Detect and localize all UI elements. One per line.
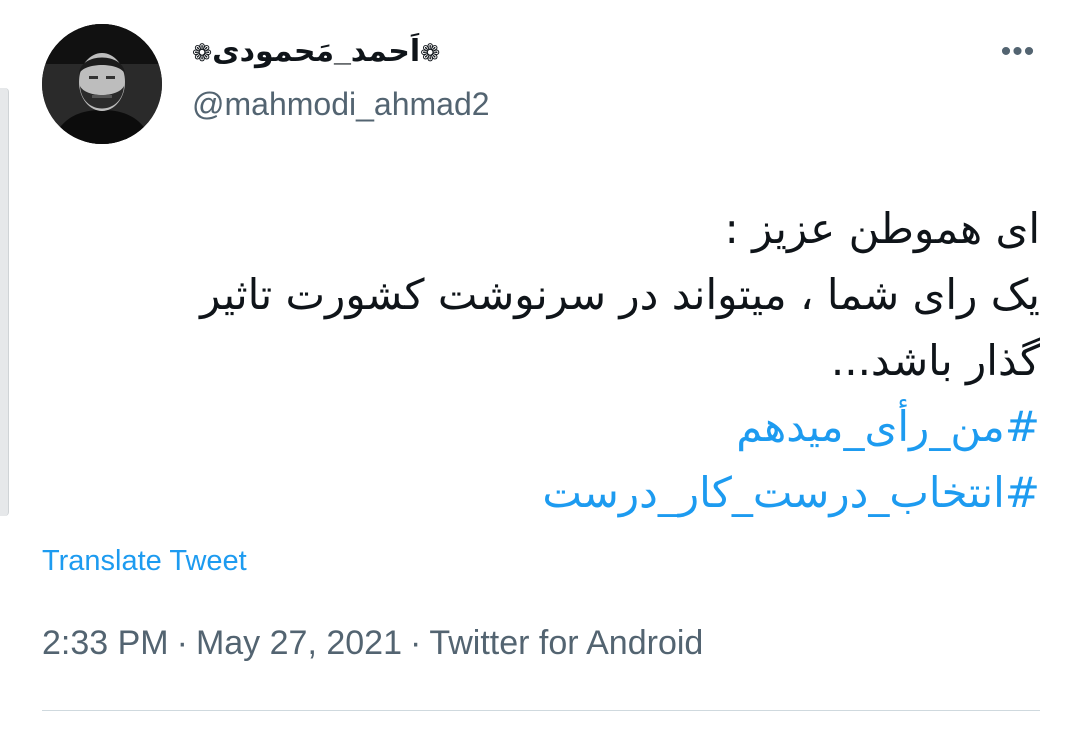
tweet-source[interactable]: Twitter for Android <box>429 624 703 662</box>
hashtag-link[interactable]: #انتخاب_درست_کار_درست <box>40 460 1040 526</box>
hashtag-link[interactable]: #من_رأی_میدهم <box>40 394 1040 460</box>
tweet-text: ای هموطن عزیز : یک رای شما ، میتواند در … <box>40 196 1040 526</box>
tweet-line: گذار باشد... <box>830 336 1040 385</box>
avatar[interactable] <box>42 24 162 144</box>
display-name-text: اَحمد_مَحمودی <box>212 35 421 68</box>
user-handle[interactable]: @mahmodi_ahmad2 <box>192 86 490 123</box>
more-options-icon: ••• <box>1000 35 1036 68</box>
tweet-meta: 2:33 PM · May 27, 2021 · Twitter for Android <box>42 624 703 663</box>
flower-right-icon: ❁ <box>420 40 441 67</box>
tweet-line: یک رای شما ، میتواند در سرنوشت کشورت تاث… <box>200 270 1040 319</box>
tweet-time[interactable]: 2:33 PM <box>42 624 169 662</box>
display-name[interactable]: ❁اَحمد_مَحمودی❁ <box>192 34 440 69</box>
tweet-date[interactable]: May 27, 2021 <box>196 624 402 662</box>
scroll-edge <box>0 88 9 516</box>
meta-separator: · <box>409 624 422 662</box>
translate-tweet-link[interactable]: Translate Tweet <box>42 545 247 578</box>
divider <box>42 710 1040 711</box>
tweet-line: ای هموطن عزیز : <box>724 204 1040 253</box>
meta-separator: · <box>176 624 188 662</box>
flower-left-icon: ❁ <box>192 40 213 67</box>
more-options-button[interactable]: ••• <box>996 30 1040 74</box>
profile-photo-icon <box>42 24 162 144</box>
